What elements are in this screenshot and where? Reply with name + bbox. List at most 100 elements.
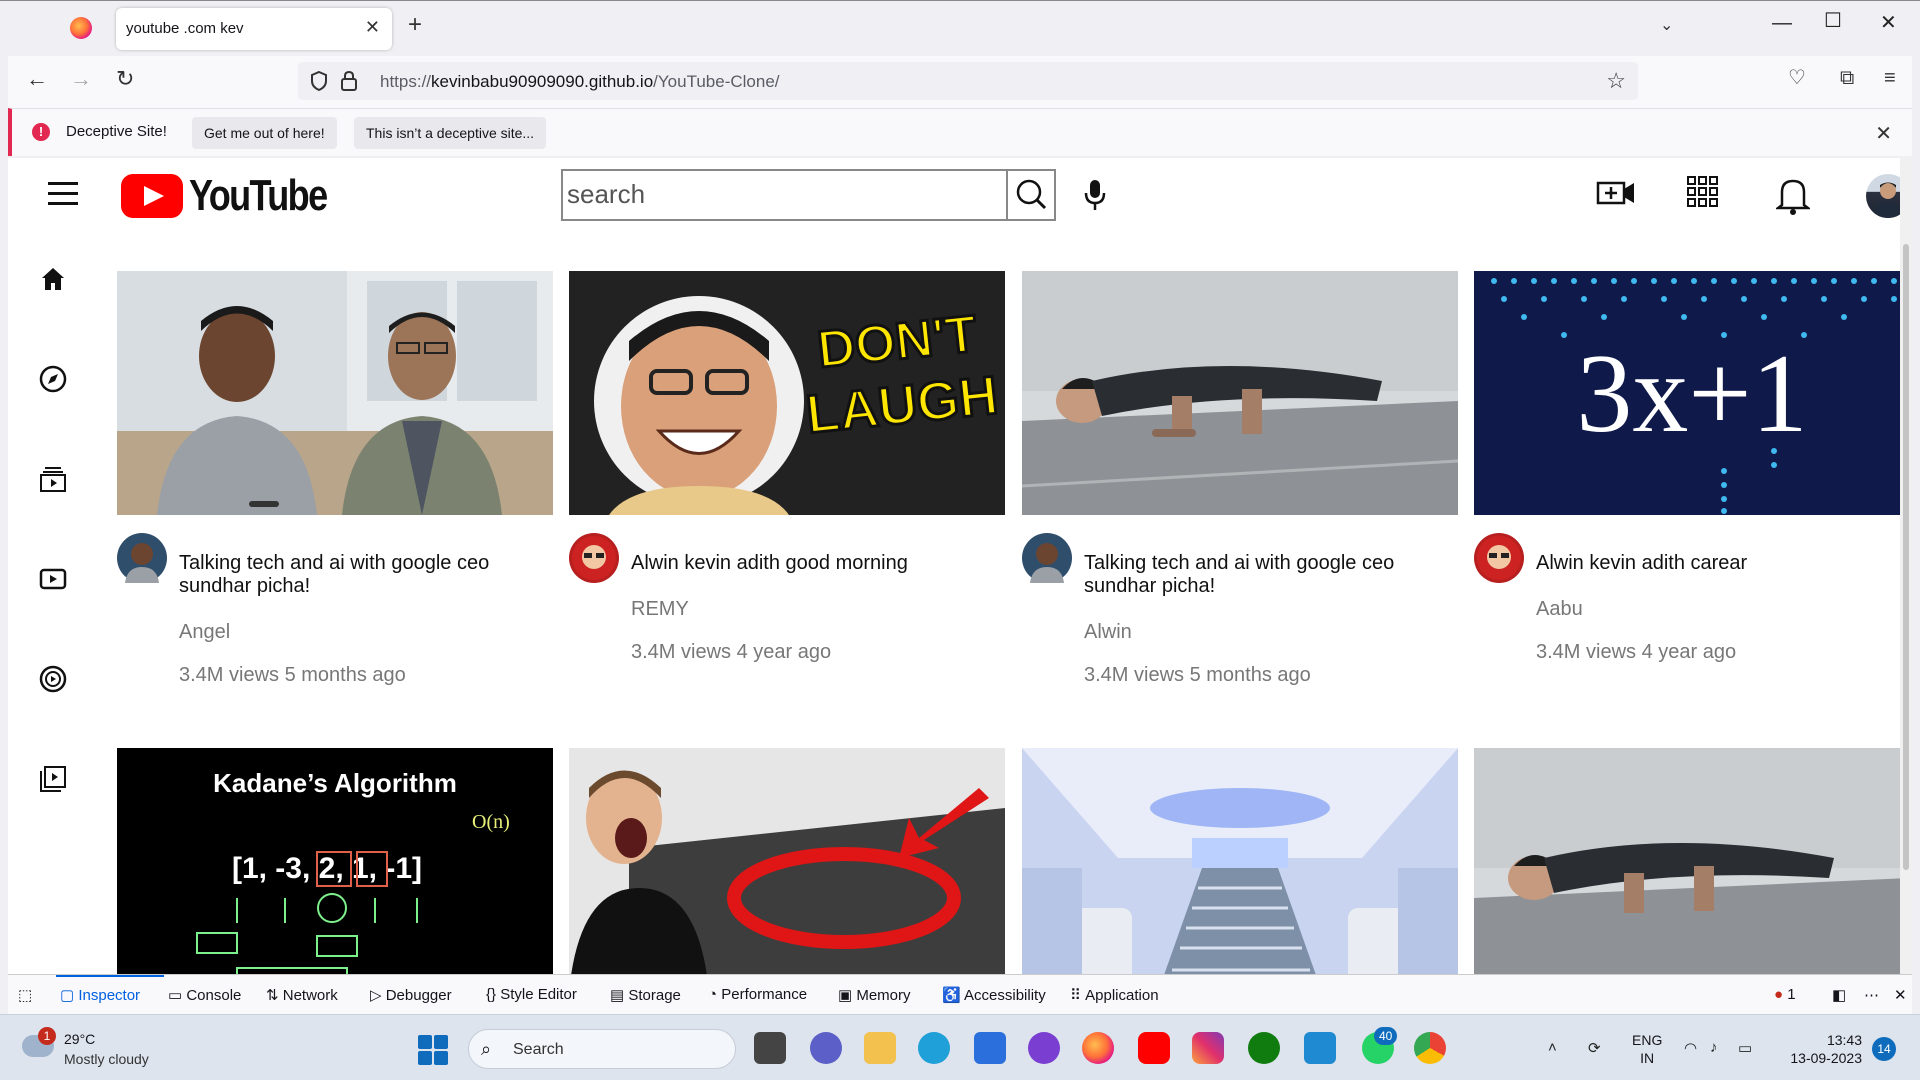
firefox-view-icon[interactable] (70, 17, 92, 39)
video-thumbnail[interactable]: DON'T LAUGH (569, 271, 1005, 515)
error-count-icon[interactable]: ● 1 (1774, 986, 1796, 1003)
notification-close-icon[interactable]: ✕ (1875, 121, 1892, 146)
lock-icon[interactable] (340, 70, 358, 92)
devtools-tab-performance[interactable]: ◔ Performance (708, 986, 807, 1003)
start-button[interactable] (418, 1035, 448, 1065)
devtools-tab-inspector[interactable]: ▢ Inspector (60, 986, 140, 1004)
url-bar[interactable]: https://kevinbabu90909090.github.io/YouT… (298, 62, 1638, 100)
video-title[interactable]: Talking tech and ai with google ceo sund… (179, 552, 549, 598)
tracking-shield-icon[interactable] (310, 71, 328, 91)
microphone-icon[interactable] (1081, 178, 1109, 212)
minimize-icon[interactable]: — (1772, 13, 1792, 33)
input-language[interactable]: ENG IN (1632, 1031, 1662, 1067)
video-card[interactable]: DON'T LAUGH Alwin kevin adith good morni… (569, 271, 1005, 663)
list-tabs-icon[interactable]: ⌄ (1660, 15, 1673, 35)
channel-name[interactable]: Alwin (1084, 621, 1132, 644)
video-card[interactable]: Talking tech and ai with google ceo sund… (117, 271, 553, 686)
video-thumbnail[interactable] (1022, 271, 1458, 515)
app-menu-icon[interactable]: ≡ (1884, 68, 1896, 88)
bookmark-star-icon[interactable]: ☆ (1606, 68, 1626, 94)
history-icon[interactable] (38, 664, 68, 694)
edge-browser-icon[interactable] (918, 1032, 950, 1064)
new-tab-icon[interactable]: + (408, 13, 422, 37)
window-close-icon[interactable]: ✕ (1880, 13, 1897, 33)
apps-grid-icon[interactable] (1686, 175, 1720, 209)
devtools-tab-application[interactable]: ⠿ Application (1070, 986, 1159, 1004)
extensions-icon[interactable]: ⧉ (1840, 68, 1854, 88)
chrome-icon[interactable] (1414, 1032, 1446, 1064)
channel-name[interactable]: Angel (179, 621, 230, 644)
forward-icon[interactable]: → (70, 68, 92, 90)
get-me-out-button[interactable]: Get me out of here! (192, 117, 337, 149)
weather-description[interactable]: Mostly cloudy (64, 1051, 149, 1067)
teams-chat-icon[interactable] (810, 1032, 842, 1064)
video-thumbnail[interactable] (569, 748, 1005, 974)
video-card[interactable]: Talking tech and ai with google ceo sund… (1022, 271, 1458, 686)
video-thumbnail[interactable] (117, 271, 553, 515)
pocket-icon[interactable]: ♡ (1788, 68, 1806, 88)
devtools-close-icon[interactable]: ✕ (1894, 986, 1907, 1004)
channel-avatar[interactable] (1022, 533, 1072, 583)
show-hidden-icons-icon[interactable]: ˄ (1548, 1039, 1557, 1056)
search-button[interactable] (1006, 169, 1056, 221)
search-input[interactable]: search (561, 169, 1017, 221)
not-deceptive-button[interactable]: This isn’t a deceptive site... (354, 117, 547, 149)
hamburger-menu-icon[interactable] (48, 182, 78, 205)
volume-icon[interactable]: ♪ (1710, 1039, 1718, 1056)
devtools-tab-style-editor[interactable]: {} Style Editor (486, 986, 577, 1003)
instagram-icon[interactable] (1192, 1032, 1224, 1064)
youtube-logo[interactable]: YouTube (121, 171, 357, 220)
vscode-icon[interactable] (1304, 1032, 1336, 1064)
devtools-tab-memory[interactable]: ▣ Memory (838, 986, 911, 1004)
channel-name[interactable]: REMY (631, 598, 689, 621)
video-title[interactable]: Alwin kevin adith carear (1536, 552, 1906, 575)
create-video-icon[interactable] (1596, 175, 1636, 211)
youtube-taskbar-icon[interactable] (1138, 1032, 1170, 1064)
firefox-taskbar-icon[interactable] (1082, 1032, 1114, 1064)
task-view-icon[interactable] (754, 1032, 786, 1064)
browser-tab[interactable]: youtube .com kev ✕ (116, 8, 392, 50)
page-scrollbar[interactable] (1900, 158, 1912, 974)
subscriptions-icon[interactable] (38, 464, 68, 494)
notifications-bell-icon[interactable] (1776, 175, 1810, 215)
weather-temperature[interactable]: 29°C (64, 1031, 95, 1047)
system-clock[interactable]: 13:43 13-09-2023 (1782, 1031, 1862, 1067)
notification-center-badge[interactable]: 14 (1872, 1037, 1896, 1061)
dock-side-icon[interactable]: ◧ (1832, 986, 1846, 1004)
video-card[interactable] (569, 748, 1005, 974)
microsoft-store-icon[interactable] (974, 1032, 1006, 1064)
home-icon[interactable] (38, 264, 68, 294)
video-card[interactable]: 3x+1 Alwin kevin adith carear Aabu 3.4M … (1474, 271, 1906, 663)
channel-name[interactable]: Aabu (1536, 598, 1583, 621)
sync-icon[interactable]: ⟳ (1588, 1039, 1601, 1057)
file-explorer-icon[interactable] (864, 1032, 896, 1064)
video-thumbnail[interactable]: 3x+1 (1474, 271, 1906, 515)
wifi-icon[interactable]: ◠ (1684, 1039, 1697, 1057)
video-card[interactable]: Kadane’s Algorithm O(n) [1, -3, 2, 1, -1… (117, 748, 553, 974)
devtools-tab-debugger[interactable]: ▷ Debugger (370, 986, 452, 1004)
your-videos-icon[interactable] (38, 764, 68, 794)
video-title[interactable]: Talking tech and ai with google ceo sund… (1084, 552, 1454, 598)
channel-avatar[interactable] (117, 533, 167, 583)
tab-close-icon[interactable]: ✕ (365, 17, 380, 38)
maximize-icon[interactable]: ☐ (1824, 11, 1842, 31)
video-title[interactable]: Alwin kevin adith good morning (631, 552, 1001, 575)
scrollbar-thumb[interactable] (1903, 244, 1909, 870)
devtools-tab-console[interactable]: ▭ Console (168, 986, 241, 1004)
devtools-tab-network[interactable]: ⇅ Network (266, 986, 338, 1004)
xbox-icon[interactable] (1248, 1032, 1280, 1064)
video-thumbnail[interactable] (1022, 748, 1458, 974)
back-icon[interactable]: ← (26, 68, 48, 90)
explore-icon[interactable] (38, 364, 68, 394)
element-picker-icon[interactable]: ⬚ (18, 986, 32, 1004)
channel-avatar[interactable] (1474, 533, 1524, 583)
media-app-icon[interactable] (1028, 1032, 1060, 1064)
taskbar-search[interactable]: ⌕ Search (468, 1029, 736, 1069)
devtools-tab-storage[interactable]: ▤ Storage (610, 986, 681, 1004)
video-thumbnail[interactable]: Kadane’s Algorithm O(n) [1, -3, 2, 1, -1… (117, 748, 553, 974)
channel-avatar[interactable] (569, 533, 619, 583)
video-card[interactable] (1474, 748, 1906, 974)
video-thumbnail[interactable] (1474, 748, 1906, 974)
battery-icon[interactable]: ▭ (1738, 1039, 1752, 1057)
video-card[interactable] (1022, 748, 1458, 974)
